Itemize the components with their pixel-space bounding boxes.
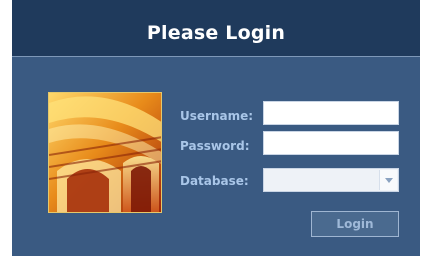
architectural-arches-image [48,92,162,213]
arches-illustration [49,93,161,212]
username-label: Username: [180,109,254,123]
database-label: Database: [180,174,249,188]
login-button[interactable]: Login [311,211,399,237]
username-field[interactable] [263,101,399,125]
dialog-title: Please Login [146,22,286,44]
title-bar: Please Login [12,0,420,57]
password-label: Password: [180,139,250,153]
database-select[interactable] [263,168,399,192]
password-field[interactable] [263,131,399,155]
chevron-down-icon[interactable] [379,170,397,190]
login-panel: Please Login Username: Password: Databas… [12,0,420,256]
